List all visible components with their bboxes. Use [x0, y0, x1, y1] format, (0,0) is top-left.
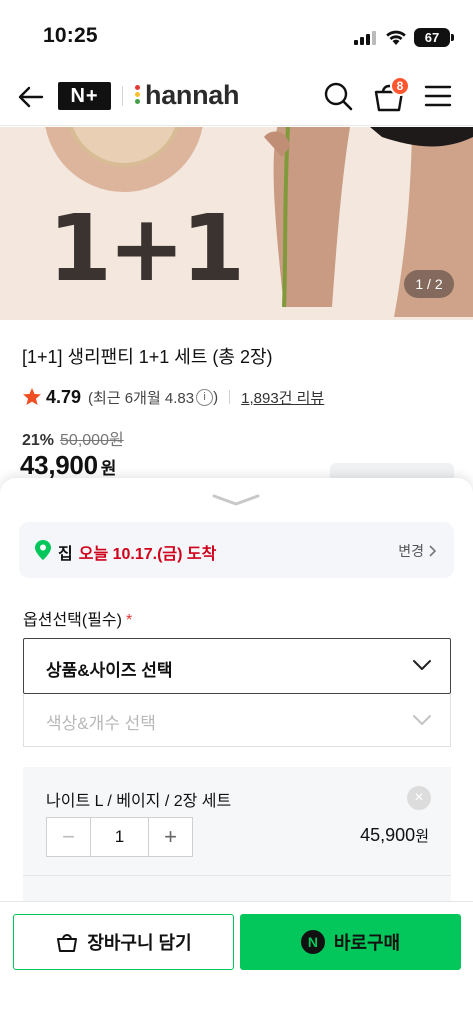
delivery-place: 집 — [58, 546, 73, 563]
back-arrow-icon[interactable] — [14, 80, 48, 114]
product-size-select[interactable]: 상품&사이즈 선택 — [23, 638, 451, 694]
add-to-cart-button[interactable]: 장바구니 담기 — [13, 914, 234, 970]
delivery-info: 집 오늘 10.17.(금) 도착 변경 — [19, 522, 454, 578]
delivery-date: 오늘 10.17.(금) 도착 — [78, 546, 217, 563]
product-title: [1+1] 생리팬티 1+1 세트 (총 2장) — [22, 347, 273, 367]
increase-quantity-button[interactable]: + — [149, 818, 192, 856]
buy-now-button[interactable]: N 바로구매 — [240, 914, 461, 970]
remove-item-button[interactable]: × — [407, 786, 431, 810]
nplus-logo[interactable]: N+ — [58, 82, 111, 110]
brand-dots-icon — [134, 83, 142, 107]
review-count-link[interactable]: 1,893건 리뷰 — [241, 387, 324, 408]
wifi-icon — [386, 30, 406, 45]
rating-recent: (최근 6개월 4.83 — [88, 389, 195, 407]
price-unit: 원 — [100, 459, 117, 478]
chevron-down-icon — [413, 660, 431, 670]
required-mark: * — [125, 612, 133, 629]
change-delivery-button[interactable]: 변경 — [398, 541, 436, 561]
selected-item-name: 나이트 L / 베이지 / 2장 세트 — [46, 793, 232, 810]
status-time: 10:25 — [43, 24, 98, 47]
info-icon[interactable]: i — [196, 388, 214, 406]
color-count-select[interactable]: 색상&개수 선택 — [23, 694, 451, 747]
option-section-label: 옵션선택(필수) * — [23, 606, 132, 630]
bottom-action-bar: 장바구니 담기 N 바로구매 — [0, 901, 473, 1024]
hero-promo-text: 1+1 — [48, 195, 245, 302]
rating-row: 4.79 (최근 6개월 4.83 i ) 1,893건 리뷰 — [22, 386, 324, 408]
divider — [229, 390, 231, 404]
original-price: 50,000원 — [60, 432, 124, 449]
discount-row: 21% 50,000원 — [22, 426, 124, 450]
rating-recent-close: ) — [213, 388, 219, 406]
search-icon[interactable] — [320, 78, 356, 114]
chevron-down-icon — [413, 715, 431, 725]
quantity-stepper: − 1 + — [46, 817, 193, 857]
select-2-label: 색상&개수 선택 — [46, 714, 156, 733]
cellular-signal-icon — [354, 31, 376, 45]
item-price-value: 45,900 — [360, 825, 416, 845]
add-to-cart-label: 장바구니 담기 — [87, 933, 192, 953]
app-header: N+ hannah 8 — [0, 70, 473, 126]
product-hero-image[interactable]: 1+1 1 / 2 — [0, 127, 473, 320]
chevron-right-icon — [429, 545, 436, 557]
naver-pay-icon: N — [300, 930, 325, 954]
status-bar: 10:25 67 — [0, 0, 473, 70]
decrease-quantity-button[interactable]: − — [47, 818, 90, 856]
brand-logo[interactable]: hannah — [134, 78, 240, 112]
rating-value: 4.79 — [46, 386, 82, 407]
item-price-unit: 원 — [415, 828, 429, 845]
cart-count-badge: 8 — [390, 76, 410, 96]
quantity-value[interactable]: 1 — [90, 818, 149, 856]
star-icon — [23, 388, 41, 405]
battery-indicator: 67 — [414, 28, 454, 47]
logo-divider — [122, 86, 123, 106]
selected-item-price: 45,900원 — [360, 825, 429, 846]
option-label-text: 옵션선택(필수) — [23, 612, 122, 629]
select-1-label: 상품&사이즈 선택 — [46, 661, 173, 680]
discount-rate: 21% — [22, 432, 55, 449]
selected-item-card: 나이트 L / 베이지 / 2장 세트 × − 1 + 45,900원 — [23, 767, 451, 875]
image-counter: 1 / 2 — [404, 270, 454, 298]
sale-price: 43,900 — [20, 450, 98, 480]
delivery-text: 집 오늘 10.17.(금) 도착 — [58, 540, 216, 564]
buy-now-label: 바로구매 — [333, 933, 401, 953]
sale-price-row: 43,900 원 — [20, 450, 116, 481]
shopping-bag-icon — [57, 934, 78, 952]
change-label: 변경 — [398, 543, 424, 559]
collapse-sheet-chevron-icon[interactable] — [210, 492, 262, 508]
location-pin-icon — [35, 540, 51, 560]
hamburger-menu-icon[interactable] — [422, 80, 454, 112]
brand-name: hannah — [145, 79, 240, 110]
